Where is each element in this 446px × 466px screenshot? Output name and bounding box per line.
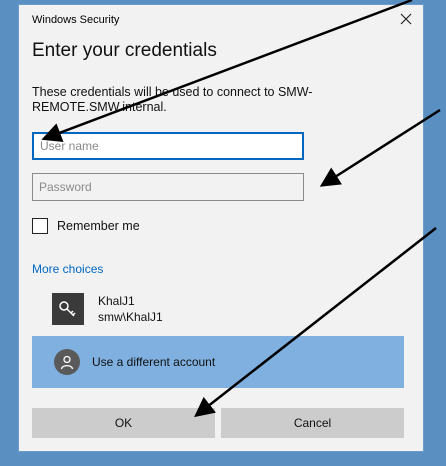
use-different-account-label: Use a different account [92,355,216,369]
username-field[interactable] [32,132,304,160]
close-icon[interactable] [399,12,413,26]
person-icon [54,349,80,375]
remember-me-label: Remember me [57,219,140,233]
use-different-account-option[interactable]: Use a different account [32,336,404,388]
dialog-description: These credentials will be used to connec… [32,85,313,114]
password-field[interactable] [32,173,304,201]
title-bar: Windows Security [19,5,423,31]
remember-me-row[interactable]: Remember me [32,217,140,235]
window-title: Windows Security [32,14,120,26]
remember-me-checkbox[interactable] [32,218,48,234]
ok-button[interactable]: OK [32,408,215,438]
key-icon [52,293,84,325]
account-text: KhalJ1 smw\KhalJ1 [98,293,163,325]
more-choices-link[interactable]: More choices [32,262,103,276]
account-option-khalj1[interactable]: KhalJ1 smw\KhalJ1 [32,287,412,331]
account-name: KhalJ1 [98,294,135,308]
cancel-button[interactable]: Cancel [221,408,404,438]
dialog-heading: Enter your credentials [32,40,217,61]
account-domain-user: smw\KhalJ1 [98,310,163,324]
credentials-dialog: Windows Security Enter your credentials … [18,4,424,452]
